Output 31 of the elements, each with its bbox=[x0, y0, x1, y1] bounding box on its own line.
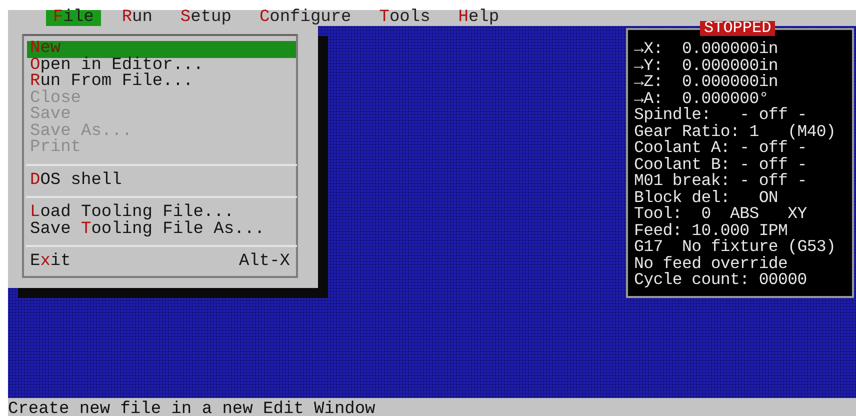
status-line: No feed override bbox=[634, 256, 789, 272]
status-line: Spindle: - off - bbox=[634, 107, 808, 124]
menu-item[interactable]: Open in Editor... bbox=[27, 58, 296, 74]
status-line: →X: 0.000000in bbox=[634, 41, 780, 58]
menu-bar-item[interactable]: Setup bbox=[173, 10, 238, 26]
menu-bar-item[interactable]: Run bbox=[114, 10, 160, 26]
shortcut-label: Alt-X bbox=[238, 254, 290, 270]
status-bar-text: Create new file in a new Edit Window bbox=[8, 398, 856, 416]
menu-item[interactable]: Load Tooling File... bbox=[27, 205, 296, 222]
status-line: Coolant B: - off - bbox=[634, 156, 808, 173]
menu-bar-item[interactable]: Configure bbox=[252, 10, 358, 26]
status-line: →Z: 0.000000in bbox=[634, 74, 780, 90]
status-line: Feed: 10.000 IPM bbox=[634, 222, 789, 239]
status-line: Gear Ratio: 1 (M40) bbox=[634, 124, 837, 140]
menu-item[interactable]: Run From File... bbox=[27, 74, 296, 90]
menu-bar-item[interactable]: Tools bbox=[372, 10, 438, 26]
menu-item[interactable]: Save Tooling File As... bbox=[27, 222, 296, 238]
status-line: Block del: ON bbox=[634, 190, 780, 206]
menu-item[interactable]: Exit Alt-X bbox=[27, 254, 296, 270]
menu-item[interactable]: DOS shell bbox=[27, 172, 296, 189]
status-line: →Y: 0.000000in bbox=[634, 58, 780, 74]
status-line: G17 No fixture (G53) bbox=[634, 239, 837, 256]
status-line: Coolant A: - off - bbox=[634, 140, 807, 156]
status-line: Tool: 0 ABS XY bbox=[634, 206, 808, 222]
menu-bar-item[interactable]: Help bbox=[451, 10, 506, 26]
menu-bar-item[interactable]: File bbox=[46, 10, 101, 26]
menu-item-label: Exit bbox=[30, 254, 71, 270]
machine-state-label: STOPPED bbox=[700, 21, 776, 36]
status-line: Cycle count: 00000 bbox=[634, 272, 808, 288]
status-line: →A: 0.000000° bbox=[634, 90, 768, 107]
status-line: M01 break: - off - bbox=[634, 173, 808, 190]
